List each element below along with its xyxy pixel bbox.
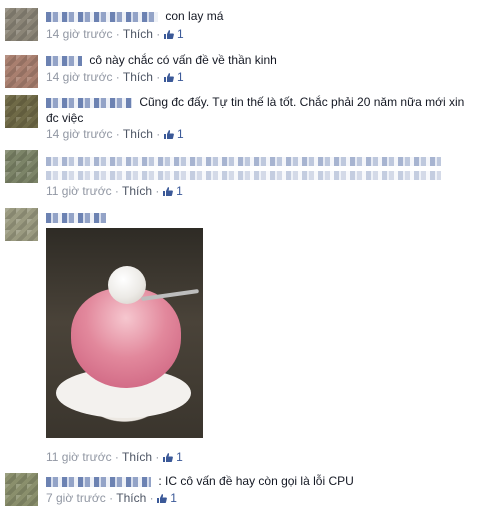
- timestamp[interactable]: 11 giờ trước: [46, 450, 112, 464]
- comment-text: đc việc: [46, 111, 84, 125]
- comment-body: [46, 209, 110, 225]
- like-count-link[interactable]: 1: [162, 184, 183, 198]
- avatar[interactable]: [5, 55, 38, 88]
- timestamp[interactable]: 7 giờ trước: [46, 491, 106, 505]
- comment-text: con lay má: [165, 9, 224, 23]
- thumbs-up-icon: [162, 187, 173, 196]
- like-count: 1: [176, 70, 184, 84]
- avatar[interactable]: [5, 150, 38, 183]
- avatar[interactable]: [5, 8, 38, 41]
- comment-body: : IC cô vấn đề hay còn gọi là lỗi CPU: [46, 473, 354, 489]
- timestamp[interactable]: 14 giờ trước: [46, 27, 112, 41]
- like-count-link[interactable]: 1: [163, 127, 184, 141]
- like-count-link[interactable]: 1: [156, 491, 177, 505]
- avatar[interactable]: [5, 208, 38, 241]
- comment-body-continued: [46, 167, 446, 183]
- commenter-name[interactable]: [46, 55, 82, 66]
- comment-body-continued: đc việc: [46, 110, 83, 126]
- commenter-name[interactable]: [46, 97, 132, 108]
- thumbs-up-icon: [163, 30, 174, 39]
- thumbs-up-icon: [162, 453, 173, 462]
- avatar[interactable]: [5, 473, 38, 506]
- comment-meta: 11 giờ trước · Thích · 1: [46, 450, 183, 464]
- comment-text: : IC cô vấn đề hay còn gọi là lỗi CPU: [158, 474, 354, 488]
- comment-body: cô này chắc có vấn đề về thần kinh: [46, 52, 277, 68]
- like-count-link[interactable]: 1: [163, 27, 184, 41]
- thumbs-up-icon: [156, 494, 167, 503]
- like-button[interactable]: Thích: [116, 491, 146, 505]
- comment-text: Cũng đc đấy. Tự tin thế là tốt. Chắc phả…: [139, 95, 465, 109]
- like-button[interactable]: Thích: [123, 70, 153, 84]
- comment-meta: 14 giờ trước · Thích · 1: [46, 70, 184, 84]
- timestamp[interactable]: 14 giờ trước: [46, 127, 112, 141]
- obscured-text: [46, 171, 441, 181]
- thumbs-up-icon: [163, 130, 174, 139]
- thumbs-up-icon: [163, 73, 174, 82]
- like-count-link[interactable]: 1: [163, 70, 184, 84]
- like-count: 1: [176, 127, 184, 141]
- comment-photo[interactable]: [46, 228, 203, 438]
- commenter-name[interactable]: [46, 212, 106, 223]
- comment-body: con lay má: [46, 8, 223, 24]
- timestamp[interactable]: 14 giờ trước: [46, 70, 112, 84]
- comment-body: Cũng đc đấy. Tự tin thế là tốt. Chắc phả…: [46, 94, 464, 110]
- comment-text: cô này chắc có vấn đề về thần kinh: [89, 53, 277, 67]
- comment-meta: 14 giờ trước · Thích · 1: [46, 127, 184, 141]
- like-count: 1: [176, 184, 183, 198]
- avatar[interactable]: [5, 95, 38, 128]
- obscured-text: [46, 157, 441, 167]
- commenter-name[interactable]: [46, 476, 151, 487]
- comment-meta: 11 giờ trước · Thích · 1: [46, 184, 183, 198]
- like-count-link[interactable]: 1: [162, 450, 183, 464]
- like-button[interactable]: Thích: [122, 450, 152, 464]
- commenter-name[interactable]: [46, 11, 158, 22]
- comment-meta: 7 giờ trước · Thích · 1: [46, 491, 177, 505]
- comment-meta: 14 giờ trước · Thích · 1: [46, 27, 184, 41]
- like-count: 1: [176, 450, 183, 464]
- like-count: 1: [176, 27, 184, 41]
- like-count: 1: [170, 491, 177, 505]
- like-button[interactable]: Thích: [122, 184, 152, 198]
- timestamp[interactable]: 11 giờ trước: [46, 184, 112, 198]
- like-button[interactable]: Thích: [123, 127, 153, 141]
- like-button[interactable]: Thích: [123, 27, 153, 41]
